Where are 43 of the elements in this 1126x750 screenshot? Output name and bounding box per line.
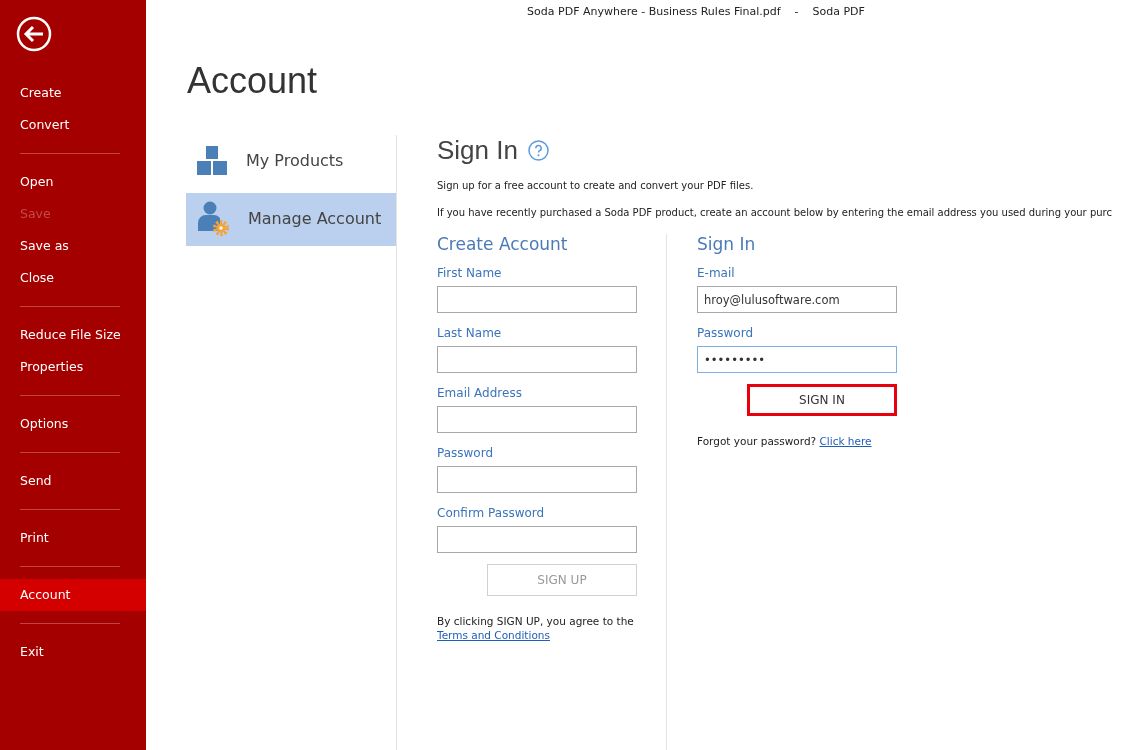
- menu-item[interactable]: Print: [0, 522, 146, 554]
- section-title: Sign In: [437, 134, 518, 166]
- note-text: If you have recently purchased a Soda PDF product, create an account below by entering the email address you used during your purc: [437, 205, 1113, 220]
- form-title: Sign In: [697, 233, 757, 255]
- input-field[interactable]: •••••••••: [697, 346, 897, 374]
- field-label: E-mail: [697, 265, 736, 283]
- input-field[interactable]: [437, 346, 637, 374]
- footer-text: By clicking SIGN UP, you agree to the Terms and Conditions: [437, 614, 635, 643]
- form-title: Create Account: [437, 233, 569, 255]
- field-label: Confirm Password: [437, 505, 546, 523]
- field-label: Email Address: [437, 385, 523, 403]
- intro-text: Sign up for a free account to create and convert your PDF files.: [437, 178, 755, 193]
- menu-item[interactable]: Convert: [0, 109, 146, 141]
- field-label: Password: [697, 325, 755, 343]
- menu-item[interactable]: Save as: [0, 230, 146, 262]
- menu-item[interactable]: Create: [0, 77, 146, 109]
- input-field[interactable]: hroy@lulusoftware.com: [697, 286, 897, 314]
- footer-link[interactable]: Terms and Conditions: [437, 629, 550, 642]
- menu-item[interactable]: Close: [0, 262, 146, 294]
- menu-item[interactable]: Open: [0, 166, 146, 198]
- window-title: Soda PDF Anywhere - Business Rules Final.pdf - Soda PDF: [526, 4, 866, 20]
- page-title: Account: [187, 62, 319, 99]
- help-icon[interactable]: [527, 139, 549, 161]
- field-label: Password: [437, 445, 495, 463]
- nav-tab[interactable]: Manage Account: [186, 192, 396, 246]
- menu-item[interactable]: Send: [0, 465, 146, 497]
- menu-item[interactable]: Options: [0, 408, 146, 440]
- menu-item[interactable]: Exit: [0, 636, 146, 668]
- submit-button[interactable]: SIGN IN: [747, 384, 897, 417]
- footer-text: Forgot your password? Click here: [697, 434, 873, 449]
- input-field[interactable]: [437, 406, 637, 434]
- blocks-icon: [196, 145, 228, 177]
- input-field[interactable]: [437, 466, 637, 494]
- menu-item[interactable]: Reduce File Size: [0, 319, 146, 351]
- menu-item[interactable]: Properties: [0, 351, 146, 383]
- input-field[interactable]: [437, 526, 637, 554]
- input-field[interactable]: [437, 286, 637, 314]
- nav-tab[interactable]: My Products: [186, 134, 396, 188]
- menu-item[interactable]: Account: [0, 579, 146, 611]
- footer-link[interactable]: Click here: [819, 435, 872, 448]
- field-label: Last Name: [437, 325, 503, 343]
- field-label: First Name: [437, 265, 503, 283]
- user-gear-icon: [196, 201, 230, 237]
